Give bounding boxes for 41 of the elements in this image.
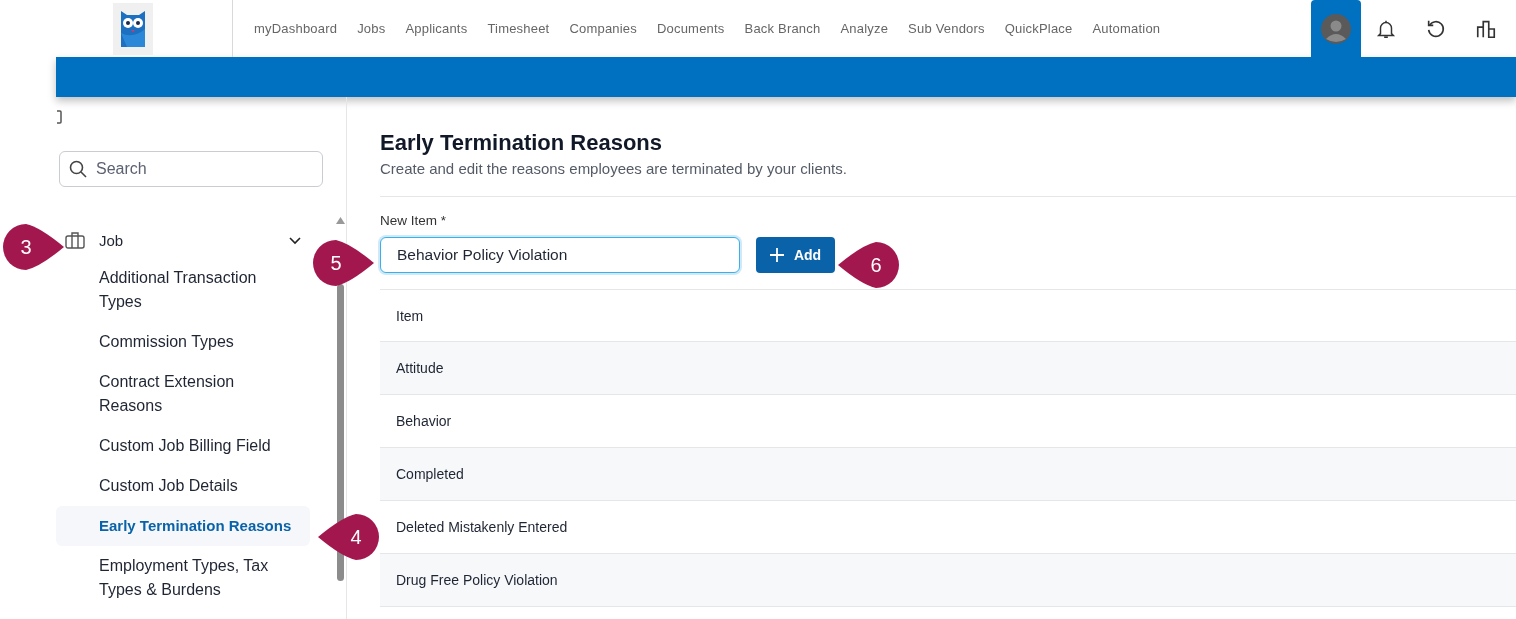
nav-link[interactable]: Applicants <box>395 21 478 36</box>
sidebar-item[interactable]: Contract Extension Reasons <box>56 362 310 426</box>
sidebar-item[interactable]: Custom Job Billing Field <box>56 426 310 466</box>
scroll-up-icon[interactable] <box>336 217 345 224</box>
sidebar-item[interactable]: Employment Types, Tax Types & Burdens <box>56 546 310 610</box>
collapse-icon[interactable] <box>56 110 62 124</box>
table-cell: Completed <box>396 466 464 482</box>
column-header: Item <box>396 307 424 324</box>
new-item-field[interactable]: Behavior Policy Violation <box>380 237 740 273</box>
field-label: New Item * <box>380 213 447 228</box>
sidebar-item[interactable]: Commission Types <box>56 322 310 362</box>
table-cell: Deleted Mistakenly Entered <box>396 519 568 535</box>
table-cell: Attitude <box>396 360 444 376</box>
nav-link[interactable]: Analyze <box>830 21 899 36</box>
nav-link[interactable]: Companies <box>559 21 647 36</box>
nav-link[interactable]: Jobs <box>347 21 396 36</box>
step-callout: 4 <box>318 513 380 561</box>
plus-icon <box>769 248 784 262</box>
search-icon <box>69 160 87 178</box>
table-cell: Drug Free Policy Violation <box>396 572 558 588</box>
owl-logo[interactable] <box>113 2 153 55</box>
nav-link[interactable]: Sub Vendors <box>898 21 995 36</box>
page-title: Early Termination Reasons <box>380 130 663 156</box>
nav-link[interactable]: QuickPlace <box>994 21 1083 36</box>
nav-link[interactable]: Timesheet <box>477 21 560 36</box>
search-field[interactable]: Search <box>59 151 323 187</box>
page-subtitle: Create and edit the reasons employees are terminated by your clients. <box>380 160 848 177</box>
step-callout: 6 <box>838 241 900 289</box>
nav-link[interactable]: myDashboard <box>244 21 348 36</box>
add-button[interactable]: Add <box>756 237 835 273</box>
step-callout: 5 <box>312 239 374 287</box>
sidebar-item[interactable]: Early Termination Reasons <box>56 506 310 546</box>
sidebar-item[interactable]: Custom Job Details <box>56 466 310 506</box>
nav-link[interactable]: Documents <box>646 21 735 36</box>
step-callout: 3 <box>2 223 64 271</box>
group-label[interactable]: Job <box>99 231 288 249</box>
nav-link[interactable]: Back Branch <box>734 21 831 36</box>
avatar-icon <box>1321 13 1351 44</box>
briefcase-icon <box>65 231 85 249</box>
table-cell: Behavior <box>396 413 452 429</box>
nav-link[interactable]: Automation <box>1082 21 1171 36</box>
